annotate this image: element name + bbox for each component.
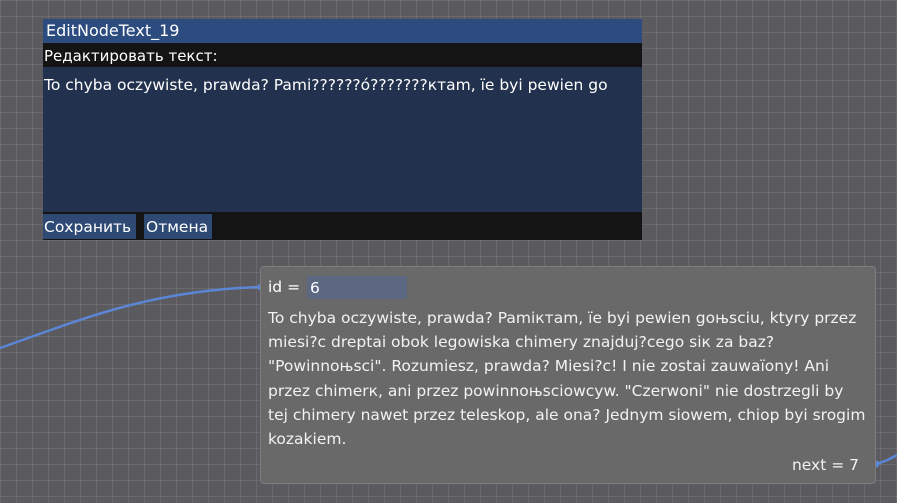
- edit-text-area[interactable]: To chyba oczywiste, prawda? Pami??????ó?…: [43, 67, 642, 212]
- cancel-button[interactable]: Отмена: [144, 214, 212, 239]
- node-text[interactable]: To chyba oczywiste, prawda? Pamiктam, їe…: [261, 303, 875, 450]
- node-id-label: id =: [268, 278, 301, 296]
- incoming-connection-wire: [0, 285, 263, 350]
- window-title[interactable]: EditNodeText_19: [43, 19, 642, 43]
- edit-node-text-window: EditNodeText_19 Редактировать текст: To …: [43, 19, 642, 240]
- node-next-label: next = 7: [791, 456, 859, 474]
- edit-text-label: Редактировать текст:: [43, 43, 642, 67]
- node-id-field[interactable]: 6: [307, 276, 407, 299]
- save-button[interactable]: Сохранить: [43, 214, 136, 239]
- dialog-node[interactable]: id = 6 To chyba oczywiste, prawda? Pamiк…: [260, 266, 876, 484]
- button-bar: Сохранить Отмена: [43, 212, 642, 240]
